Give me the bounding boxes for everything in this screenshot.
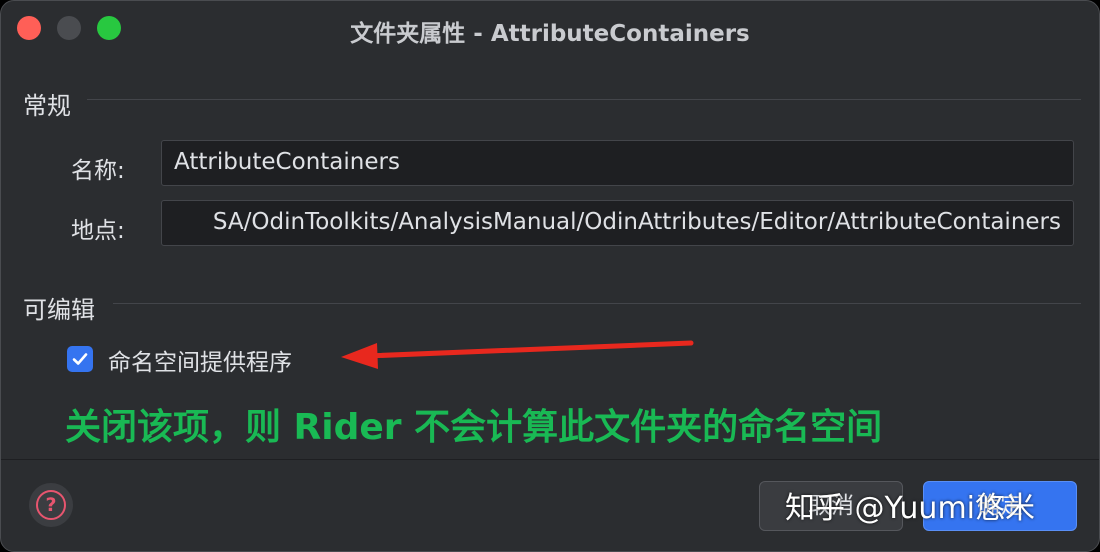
help-icon: ?: [36, 490, 66, 520]
annotation-text: 关闭该项，则 Rider 不会计算此文件夹的命名空间: [65, 407, 883, 448]
watermark-text: 知乎 @Yuumi悠米: [785, 491, 1036, 526]
arrow-icon: [341, 340, 694, 369]
help-button[interactable]: ?: [29, 483, 73, 527]
footer-divider: [1, 459, 1099, 460]
folder-properties-dialog: 文件夹属性 - AttributeContainers 常规 名称: Attri…: [0, 0, 1100, 552]
